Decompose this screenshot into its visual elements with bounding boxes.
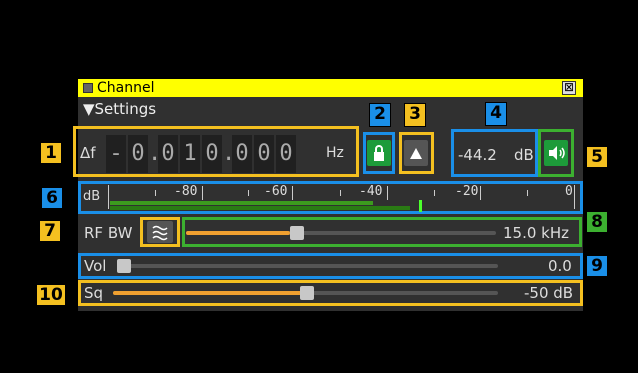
filter-button[interactable] [404,140,428,166]
frequency-digit[interactable]: 0 [202,135,222,173]
power-unit: dB [514,146,534,164]
close-icon[interactable]: ⊠ [562,81,576,95]
callout-4: 4 [485,102,507,126]
meter-peak-marker [419,200,422,212]
callout-10: 10 [36,284,66,306]
settings-toggle[interactable]: ▼Settings [83,99,156,119]
meter-tick [480,186,481,200]
speaker-icon [549,146,565,160]
meter-tick-label: -80 [174,184,198,199]
rfbw-slider-handle[interactable] [290,226,304,240]
squelch-label: Sq [84,284,104,302]
meter-level-bar [110,206,410,210]
callout-6: 6 [41,187,63,209]
delta-f-label: Δf [80,144,96,162]
meter-tick-label: 0 [565,184,573,199]
frequency-digit[interactable]: 0 [254,135,274,173]
rfbw-slider-fill [186,231,290,235]
frequency-digit[interactable]: 1 [180,135,200,173]
meter-tick-label: -20 [455,184,479,199]
volume-value: 0.0 [548,257,572,275]
meter-tick-label: -40 [359,184,383,199]
window-title: Channel [97,80,155,96]
audio-mute-button[interactable] [544,140,568,166]
callout-3: 3 [404,103,426,127]
frequency-separator: . [222,141,236,166]
squelch-slider-fill [113,291,303,295]
callout-8: 8 [586,211,608,233]
callout-7: 7 [39,220,61,242]
rfbw-value: 15.0 kHz [503,224,570,242]
triangle-icon [410,148,422,159]
meter-unit: dB [83,189,101,204]
meter-frame [574,185,575,209]
rfbw-label: RF BW [84,224,133,242]
meter-peak-bar [110,201,373,205]
frequency-separator: . [148,141,162,166]
callout-2: 2 [369,103,391,127]
meter-tick-minor [340,190,341,196]
frequency-unit: Hz [326,145,344,161]
meter-tick-label: -60 [264,184,288,199]
callout-9: 9 [586,255,608,277]
volume-slider-track[interactable] [118,264,498,268]
squelch-value: -50 dB [524,284,574,302]
wave-icon [152,225,168,241]
lock-icon [374,145,384,161]
meter-tick [387,186,388,200]
callout-1: 1 [40,142,62,164]
meter-tick [202,186,203,200]
meter-frame [108,185,109,209]
frequency-digit[interactable]: 0 [276,135,296,173]
volume-slider-handle[interactable] [117,259,131,273]
frequency-sign[interactable]: - [106,135,126,173]
power-value: -44.2 [458,146,497,164]
meter-tick-minor [434,190,435,196]
meter-tick-minor [248,190,249,196]
meter-tick [292,186,293,200]
filter-toggle-button[interactable] [147,221,173,243]
volume-label: Vol [84,257,107,275]
meter-tick-minor [527,190,528,196]
window-icon [83,83,93,93]
callout-5: 5 [586,146,608,168]
squelch-slider-handle[interactable] [300,286,314,300]
lock-button[interactable] [367,140,391,166]
meter-tick-minor [155,190,156,196]
frequency-digit[interactable]: 0 [128,135,148,173]
frequency-digit[interactable]: 0 [232,135,252,173]
frequency-digit[interactable]: 0 [158,135,178,173]
